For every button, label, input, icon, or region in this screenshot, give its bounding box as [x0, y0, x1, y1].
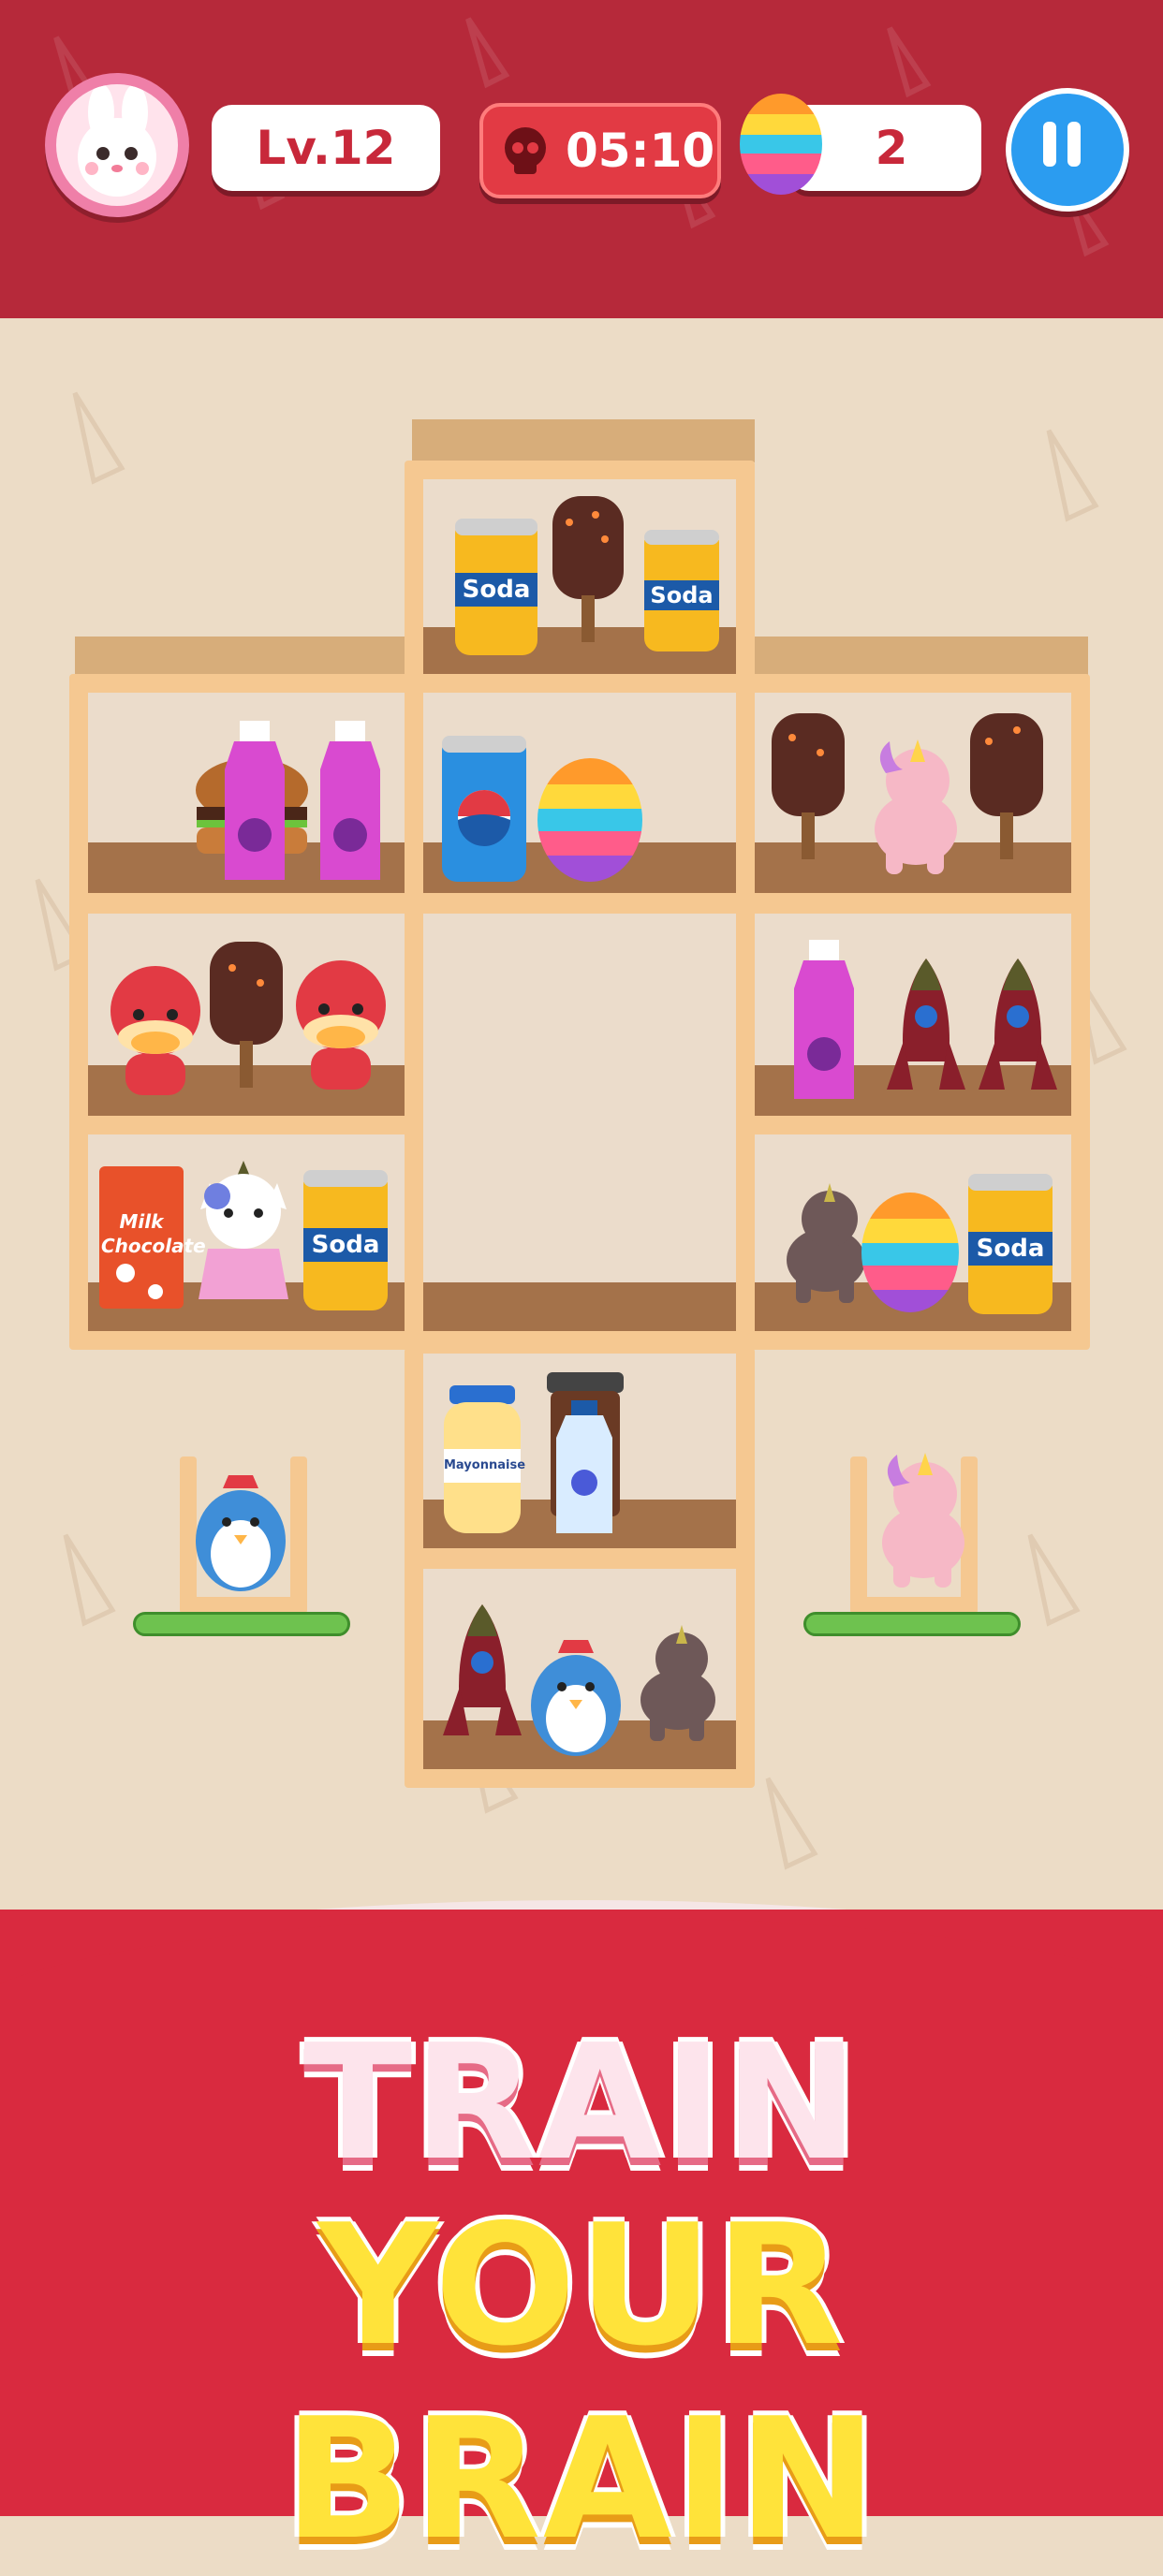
grape-juice-bottle[interactable]	[315, 719, 386, 886]
grape-juice-bottle[interactable]	[788, 938, 860, 1105]
soda-can[interactable]: Soda	[642, 524, 721, 655]
mayonnaise-jar[interactable]: Mayonnaise	[440, 1383, 526, 1537]
kitty-toy[interactable]	[191, 1159, 296, 1301]
milk-chocolate-label: Milk Chocolate	[101, 1210, 206, 1257]
rocket-toy[interactable]	[976, 957, 1060, 1097]
headline-line-1: TRAIN	[303, 2011, 860, 2196]
soda-can[interactable]: Soda	[964, 1168, 1056, 1318]
rainbow-egg[interactable]	[858, 1187, 963, 1316]
soda-can[interactable]: Soda	[300, 1164, 391, 1314]
rocket-toy[interactable]	[884, 957, 968, 1097]
chocolate-popsicle[interactable]	[208, 940, 285, 1090]
rainbow-egg[interactable]	[534, 753, 646, 884]
soda-label: Soda	[976, 1235, 1045, 1263]
dark-unicorn-toy[interactable]	[629, 1621, 727, 1743]
mayonnaise-label: Mayonnaise	[444, 1458, 526, 1472]
penguin-toy[interactable]	[521, 1634, 631, 1760]
pink-unicorn-toy[interactable]	[858, 736, 970, 878]
shelf-left-cap	[75, 637, 405, 676]
milk-chocolate-box[interactable]: Milk Chocolate	[97, 1161, 206, 1312]
shelf-right-cap	[753, 637, 1088, 676]
headline-line-2: YOUR BRAIN	[284, 2188, 879, 2576]
rocket-toy[interactable]	[440, 1603, 524, 1743]
soda-can[interactable]: Soda	[451, 513, 541, 659]
soda-label: Soda	[311, 1231, 380, 1259]
right-slot-progress-bar	[803, 1612, 1021, 1636]
left-slot-progress-bar	[133, 1612, 350, 1636]
soda-label: Soda	[650, 582, 714, 608]
empty-cell[interactable]	[423, 914, 736, 1282]
chocolate-popsicle[interactable]	[551, 494, 626, 644]
soda-label: Soda	[462, 576, 531, 604]
red-duck-toy[interactable]	[101, 960, 210, 1101]
red-duck-toy[interactable]	[287, 955, 395, 1095]
pink-unicorn-toy[interactable]	[865, 1449, 978, 1591]
penguin-toy[interactable]	[185, 1470, 296, 1595]
cola-can[interactable]	[438, 730, 530, 886]
shelf-top-cap	[412, 419, 755, 462]
chocolate-popsicle[interactable]	[770, 711, 846, 861]
chocolate-popsicle[interactable]	[968, 711, 1045, 861]
grape-juice-bottle[interactable]	[219, 719, 290, 886]
blueberry-milk-bottle[interactable]	[552, 1398, 616, 1537]
